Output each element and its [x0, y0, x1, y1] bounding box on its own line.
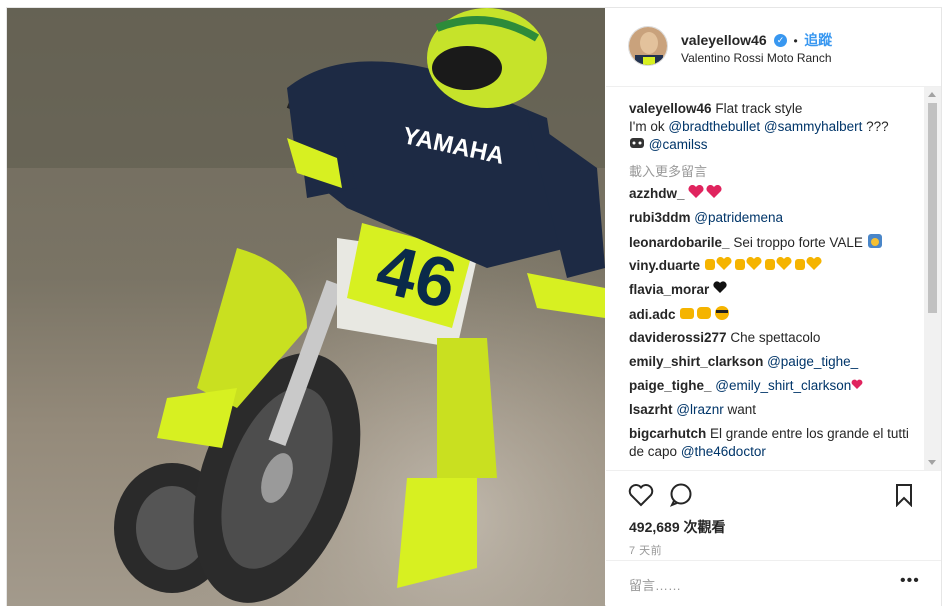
comments-list[interactable]: valeyellow46 Flat track style I'm ok @br… [606, 87, 941, 470]
separator-dot: • [793, 34, 798, 48]
load-more-comments[interactable]: 載入更多留言 [629, 161, 707, 180]
post-time[interactable]: 7 天前 [629, 542, 662, 558]
post-panel: valeyellow46 ✓ • 追蹤 Valentino Rossi Moto… [606, 8, 941, 606]
comment-item: leonardobarile_ Sei troppo forte VALE [629, 233, 914, 254]
comment-username[interactable]: paige_tighe_ [629, 378, 712, 393]
comment-username[interactable]: daviderossi277 [629, 330, 727, 345]
post-video[interactable]: 46 YAMAHA [7, 8, 605, 606]
comment-text: want [727, 402, 757, 417]
comment-item: adi.adc [629, 305, 914, 326]
comment-item: viny.duarte [629, 256, 914, 276]
more-icon[interactable]: ••• [900, 572, 920, 590]
bubble-emoji-icon [629, 136, 645, 155]
caption-text: Flat track style [715, 101, 803, 116]
verified-icon: ✓ [774, 34, 788, 48]
mention-link[interactable]: @the46doctor [681, 444, 766, 459]
location-link[interactable]: Valentino Rossi Moto Ranch [681, 51, 832, 65]
red-heart-icon [851, 377, 863, 395]
raised-hands-emoji-icon [867, 233, 883, 254]
add-comment-bar: 留言…… ••• [606, 560, 941, 607]
header-username[interactable]: valeyellow46 [681, 32, 767, 48]
scroll-up-icon[interactable] [928, 92, 936, 97]
comment-item: rubi3ddm @patridemena [629, 209, 914, 227]
comment-item: paige_tighe_ @emily_shirt_clarkson [629, 377, 914, 395]
comment-username[interactable]: azzhdw_ [629, 186, 685, 201]
view-count[interactable]: 492,689 次觀看 [629, 517, 726, 537]
comment-item: emily_shirt_clarkson @paige_tighe_ [629, 353, 914, 371]
comment-item: azzhdw_ [629, 184, 914, 204]
scroll-thumb[interactable] [928, 103, 937, 313]
comments-scrollbar[interactable] [924, 87, 941, 470]
caption-username[interactable]: valeyellow46 [629, 101, 712, 116]
comment-username[interactable]: lsazrht [629, 402, 673, 417]
caption: valeyellow46 Flat track style I'm ok @br… [629, 100, 914, 155]
rider-illustration: 46 YAMAHA [7, 8, 605, 606]
mention-link[interactable]: @patridemena [694, 210, 783, 225]
comment-item: lsazrht @lraznr want [629, 401, 914, 419]
mention-link[interactable]: @lraznr [676, 402, 723, 417]
comment-item: bigcarhutch El grande entre los grande e… [629, 425, 914, 461]
avatar[interactable] [628, 26, 668, 66]
caption-text2: I'm ok [629, 119, 665, 134]
caption-suffix: ??? [866, 119, 889, 134]
black-heart-icon [713, 281, 727, 299]
comment-text: Sei troppo forte VALE [733, 235, 863, 251]
post-header: valeyellow46 ✓ • 追蹤 Valentino Rossi Moto… [606, 8, 941, 87]
comment-text: Che spettacolo [730, 330, 821, 345]
heart-emoji-icon [688, 184, 722, 204]
comment-item: flavia_morar [629, 281, 914, 299]
comment-username[interactable]: rubi3ddm [629, 210, 691, 225]
comment-username[interactable]: viny.duarte [629, 258, 700, 273]
comment-username[interactable]: adi.adc [629, 307, 676, 322]
mention-link[interactable]: @bradthebullet [668, 119, 760, 134]
thumbs-ok-cool-emoji-icon [679, 305, 731, 326]
mention-link[interactable]: @camilss [649, 137, 708, 152]
yellow-emoji-row-icon [704, 256, 838, 276]
comment-username[interactable]: bigcarhutch [629, 426, 706, 441]
comment-input[interactable]: 留言…… [629, 575, 681, 594]
comment-username[interactable]: emily_shirt_clarkson [629, 354, 763, 369]
comment-username[interactable]: flavia_morar [629, 282, 709, 297]
comment-item: daviderossi277 Che spettacolo [629, 329, 914, 347]
comment-icon[interactable] [669, 483, 693, 512]
bookmark-icon[interactable] [894, 483, 914, 512]
mention-link[interactable]: @emily_shirt_clarkson [715, 378, 851, 393]
action-bar: 492,689 次觀看 7 天前 [606, 470, 941, 561]
comment-username[interactable]: leonardobarile_ [629, 235, 730, 250]
heart-icon[interactable] [628, 483, 654, 512]
follow-button[interactable]: 追蹤 [804, 32, 832, 48]
mention-link[interactable]: @paige_tighe_ [767, 354, 858, 369]
mention-link[interactable]: @sammyhalbert [764, 119, 862, 134]
scroll-down-icon[interactable] [928, 460, 936, 465]
